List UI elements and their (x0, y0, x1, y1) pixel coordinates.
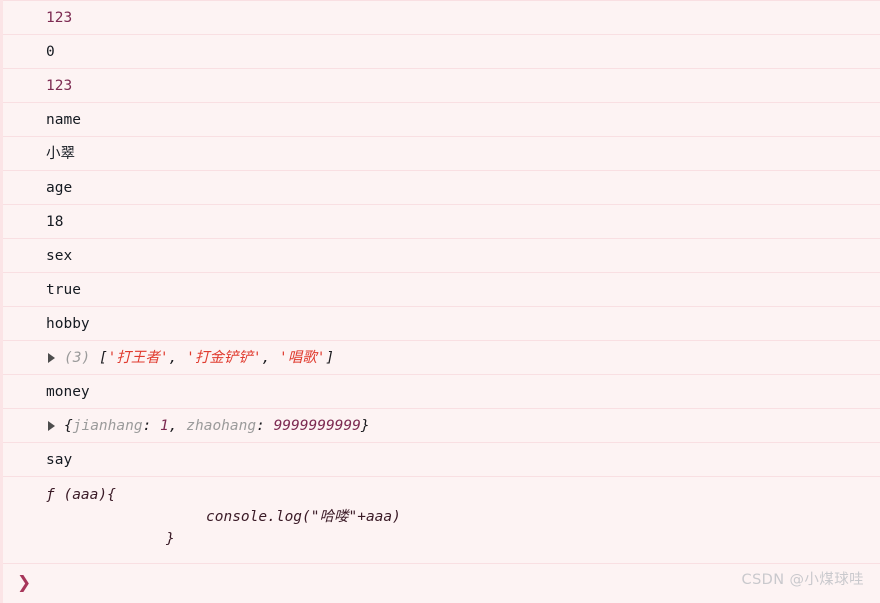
object-value: 9999999999 (273, 417, 361, 434)
console-value-text: 123 (46, 9, 73, 26)
function-source-line: console.log("哈喽"+aaa) (206, 509, 401, 525)
console-prompt[interactable]: ❯ (3, 563, 880, 603)
object-value: 1 (160, 417, 169, 434)
console-row-value: 123 (3, 0, 880, 34)
object-separator: , (168, 417, 187, 434)
array-item: '唱歌' (279, 349, 326, 366)
console-value-text: age (46, 179, 73, 196)
object-preview: {jianhang: 1, zhaohang: 9999999999} (64, 417, 370, 435)
disclosure-triangle-icon[interactable] (46, 351, 59, 364)
array-separator: , (168, 349, 187, 366)
console-row-function: ƒ (aaa){ console.log("哈喽"+aaa)} (3, 476, 880, 559)
array-open-bracket: [ (98, 349, 108, 366)
console-input[interactable] (41, 575, 880, 592)
object-key: jianhang (72, 417, 143, 434)
array-close-bracket: ] (325, 349, 335, 366)
console-row-value: 0 (3, 34, 880, 68)
console-row-value: hobby (3, 306, 880, 340)
console-value-text: say (46, 451, 73, 468)
object-colon: : (142, 417, 161, 434)
disclosure-triangle-icon[interactable] (46, 419, 59, 432)
console-row-value: sex (3, 238, 880, 272)
console-row-object[interactable]: {jianhang: 1, zhaohang: 9999999999} (3, 408, 880, 442)
console-row-value: age (3, 170, 880, 204)
devtools-console-panel: 123 0 123 name 小翠 age 18 sex true hobby (3) ['打王者'… (0, 0, 880, 603)
object-colon: : (256, 417, 274, 434)
object-close-brace: } (360, 417, 370, 434)
console-row-value: 123 (3, 68, 880, 102)
prompt-chevron-icon: ❯ (17, 573, 32, 593)
console-value-text: 123 (46, 77, 73, 94)
console-value-text: 0 (46, 43, 55, 60)
array-item: '打金铲铲' (186, 349, 262, 366)
console-value-text: hobby (46, 315, 90, 332)
object-key: zhaohang (186, 417, 257, 434)
console-row-value: name (3, 102, 880, 136)
console-row-value: 小翠 (3, 136, 880, 170)
array-length-label: (3) (64, 349, 91, 366)
array-preview: (3) ['打王者', '打金铲铲', '唱歌'] (64, 349, 334, 367)
console-value-text: sex (46, 247, 73, 264)
function-source-line: ƒ (aaa){ (46, 487, 116, 503)
function-source: ƒ (aaa){ console.log("哈喽"+aaa)} (46, 484, 401, 550)
console-row-array[interactable]: (3) ['打王者', '打金铲铲', '唱歌'] (3, 340, 880, 374)
console-row-value: true (3, 272, 880, 306)
array-separator: , (261, 349, 280, 366)
console-value-text: 小翠 (46, 145, 75, 162)
console-value-text: 18 (46, 213, 64, 230)
console-row-value: say (3, 442, 880, 476)
array-item: '打王者' (107, 349, 169, 366)
console-value-text: true (46, 281, 81, 298)
console-row-value: money (3, 374, 880, 408)
object-open-brace: { (64, 417, 73, 434)
console-message-list: 123 0 123 name 小翠 age 18 sex true hobby (3) ['打王者'… (3, 0, 880, 559)
console-row-value: 18 (3, 204, 880, 238)
console-value-text: money (46, 383, 90, 400)
function-source-line: } (166, 531, 175, 547)
console-value-text: name (46, 111, 81, 128)
